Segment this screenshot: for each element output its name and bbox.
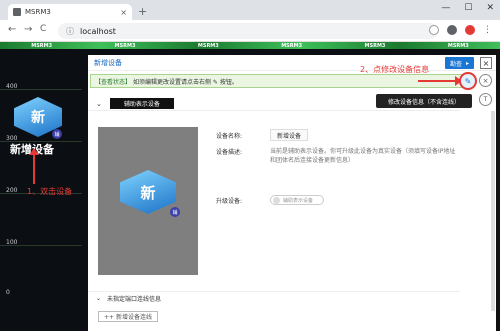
toggle-knob <box>273 196 280 204</box>
info-icon: ⓘ <box>66 26 74 36</box>
action-button-label: 勘查 <box>449 60 462 68</box>
close-window-button[interactable]: ✕ <box>486 3 494 13</box>
close-tab-icon[interactable]: × <box>120 8 127 17</box>
field-name-label: 设备名称: <box>216 133 243 140</box>
action-button[interactable]: 勘查 ▸ <box>444 57 474 69</box>
reload-button[interactable]: C <box>40 24 46 34</box>
annotation-arrow-up <box>29 148 39 184</box>
browser-titlebar: MSRM3 × + — ☐ ✕ <box>0 0 500 20</box>
account-icon[interactable] <box>447 25 457 35</box>
maximize-button[interactable]: ☐ <box>464 3 472 13</box>
scrollbar[interactable] <box>491 111 495 311</box>
annotation-step2: 2、点修改设备信息 <box>360 65 430 74</box>
greenbar-label: MSRM3 <box>31 42 53 49</box>
url-field[interactable]: ⓘ localhost <box>58 23 438 39</box>
browser-tools: ⋮ <box>429 25 492 35</box>
greenbar-label: MSRM3 <box>364 42 386 49</box>
greenbar-label: MSRM3 <box>114 42 136 49</box>
upgrade-toggle[interactable]: 辅助表示设备 <box>270 195 324 205</box>
y-tick: 0 <box>6 289 10 296</box>
preview-badge: 辅 <box>170 207 180 217</box>
toggle-text: 辅助表示设备 <box>283 197 314 204</box>
greenbar-label: MSRM3 <box>447 42 469 49</box>
topology-canvas[interactable]: 400 300 200 100 0 新 辅 新增设备 1、双击设备 <box>0 49 82 331</box>
greenbar-label: MSRM3 <box>197 42 219 49</box>
greenbar-label: MSRM3 <box>281 42 303 49</box>
chevron-down-icon: ⌄ <box>96 99 102 108</box>
window-controls: — ☐ ✕ <box>441 3 494 13</box>
notice-tag: 【查看状态】 <box>95 78 132 86</box>
notice-text: 如须编辑更改设置请点击右侧 ✎ 按钮。 <box>133 78 238 86</box>
tab-title: MSRM3 <box>25 8 51 16</box>
forward-button[interactable]: → <box>24 24 32 35</box>
minimize-button[interactable]: — <box>441 3 450 13</box>
grid-line <box>0 89 82 90</box>
section-port-header[interactable]: ⌄ 未指定端口连线信息 <box>88 291 460 305</box>
add-connection-button[interactable]: ++ 新增设备连线 <box>98 311 158 322</box>
section-auxiliary-label: 辅助表示设备 <box>109 98 174 109</box>
status-bar: MSRM3 MSRM3 MSRM3 MSRM3 MSRM3 MSRM3 <box>0 42 500 49</box>
annotation-arrow-right <box>418 76 462 86</box>
text-icon[interactable]: T <box>479 93 492 106</box>
device-glyph: 新 <box>31 110 45 126</box>
preview-glyph: 新 <box>140 183 156 202</box>
star-icon[interactable] <box>429 25 439 35</box>
device-badge: 辅 <box>52 129 62 139</box>
section-auxiliary-header[interactable]: ⌄ 辅助表示设备 <box>88 97 460 111</box>
favicon-icon <box>13 8 21 16</box>
app-canvas: MSRM3 MSRM3 MSRM3 MSRM3 MSRM3 MSRM3 400 … <box>0 42 500 331</box>
panel-close-button[interactable]: × <box>480 57 492 69</box>
device-preview: 新 辅 <box>98 127 198 275</box>
menu-icon[interactable]: ⋮ <box>483 25 492 35</box>
field-desc-label: 设备描述: <box>216 149 243 156</box>
close-circle-button[interactable]: × <box>479 74 492 87</box>
back-button[interactable]: ← <box>8 24 16 35</box>
notice-bar: 【查看状态】 如须编辑更改设置请点击右侧 ✎ 按钮。 <box>90 74 462 88</box>
grid-line <box>0 245 82 246</box>
device-desc-text: 当前是辅助表示设备。你可升级此设备为真实设备（须填写设备IP地址和团体名后连接设… <box>270 148 456 164</box>
chevron-down-icon: ⌄ <box>96 295 102 302</box>
edit-pencil-icon[interactable]: ✎ <box>459 72 477 90</box>
upgrade-label: 升级设备: <box>216 198 243 205</box>
device-preview-icon: 新 <box>120 170 176 214</box>
panel-title: 新增设备 <box>88 55 496 71</box>
section-port-label: 未指定端口连线信息 <box>107 296 162 303</box>
new-tab-button[interactable]: + <box>138 5 147 18</box>
device-name-field: 新增设备 <box>270 129 309 141</box>
address-bar-row: ← → C ⓘ localhost ⋮ <box>0 20 500 42</box>
browser-tab[interactable]: MSRM3 × <box>8 4 132 20</box>
device-panel: 新增设备 勘查 ▸ × 【查看状态】 如须编辑更改设置请点击右侧 ✎ 按钮。 2、… <box>88 55 496 331</box>
play-icon: ▸ <box>465 59 469 67</box>
url-text: localhost <box>80 26 116 36</box>
annotation-step1: 1、双击设备 <box>27 187 73 196</box>
extension-icon[interactable] <box>465 25 475 35</box>
